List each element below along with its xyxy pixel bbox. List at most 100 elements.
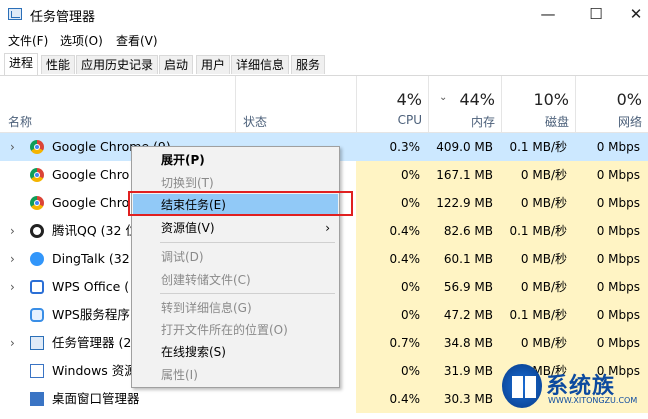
process-name: 任务管理器 (2 <box>52 335 132 350</box>
column-cpu[interactable]: 4% CPU <box>356 76 428 132</box>
process-name: WPS Office ( <box>52 279 130 294</box>
network-value: 0 Mbps <box>596 140 640 154</box>
disk-value: 0.1 MB/秒 <box>509 140 567 154</box>
cpu-value: 0.4% <box>356 245 428 273</box>
expand-chevron-icon[interactable]: › <box>10 217 15 245</box>
submenu-arrow-icon: › <box>325 221 330 235</box>
window-title: 任务管理器 <box>30 10 96 25</box>
memory-value: 167.1 MB <box>428 161 501 189</box>
process-name: 腾讯QQ (32 位) <box>52 223 143 238</box>
disk-total: 10% <box>533 90 569 109</box>
column-name[interactable]: 名称 <box>8 113 32 130</box>
tab-details[interactable]: 详细信息 <box>231 55 290 74</box>
menu-create-dump: 创建转储文件(C) <box>133 269 338 291</box>
title-bar: 任务管理器 — ☐ ✕ <box>0 0 648 30</box>
column-status: 状态 <box>243 115 268 129</box>
disk-value: 0 MB/秒 <box>501 189 575 217</box>
watermark: 系统族 WWW.XITONGZU.COM <box>500 362 648 419</box>
memory-value: 34.8 MB <box>428 329 501 357</box>
menu-item-label: 创建转储文件(C) <box>161 273 251 287</box>
memory-value: 82.6 MB <box>428 217 501 245</box>
process-name: DingTalk (32 <box>52 251 130 266</box>
tab-startup[interactable]: 启动 <box>159 55 194 74</box>
windows-explorer-icon <box>30 364 44 378</box>
cpu-value: 0.4% <box>356 217 428 245</box>
dingtalk-icon <box>30 252 44 266</box>
disk-value: 0 MB/秒 <box>501 161 575 189</box>
expand-chevron-icon[interactable]: › <box>10 133 15 161</box>
menu-resource-values[interactable]: 资源值(V) › <box>133 217 338 239</box>
process-name: WPS服务程序 <box>52 307 130 322</box>
tab-performance[interactable]: 性能 <box>41 55 76 74</box>
wps-cloud-icon <box>30 308 44 322</box>
column-memory[interactable]: 44% 内存 <box>428 76 501 132</box>
process-name: Google Chro <box>52 195 130 210</box>
disk-value: 0 MB/秒 <box>501 329 575 357</box>
menu-separator <box>160 242 335 243</box>
process-name: Windows 资源 <box>52 363 137 378</box>
task-manager-icon <box>8 8 22 20</box>
cpu-total: 4% <box>396 90 422 109</box>
menu-item-label: 在线搜索(S) <box>161 345 226 359</box>
watermark-url: WWW.XITONGZU.COM <box>548 396 638 405</box>
expand-chevron-icon[interactable]: › <box>10 245 15 273</box>
qq-icon <box>30 224 44 238</box>
memory-label: 内存 <box>470 115 495 129</box>
menu-expand[interactable]: 展开(P) <box>133 149 338 171</box>
menu-item-label: 调试(D) <box>161 250 204 264</box>
disk-value: 0 MB/秒 <box>501 245 575 273</box>
menu-item-label: 切换到(T) <box>161 176 214 190</box>
sort-down-icon: ⌄ <box>439 92 448 103</box>
disk-label: 磁盘 <box>544 115 569 129</box>
network-value: 0 Mbps <box>575 189 648 217</box>
cpu-value: 0.7% <box>356 329 428 357</box>
cpu-value: 0.4% <box>356 385 428 413</box>
maximize-button[interactable]: ☐ <box>584 4 608 24</box>
expand-chevron-icon[interactable]: › <box>10 329 15 357</box>
tab-services[interactable]: 服务 <box>291 55 326 74</box>
tab-app-history[interactable]: 应用历史记录 <box>76 55 159 74</box>
menu-view[interactable]: 查看(V) <box>116 32 158 49</box>
menu-open-file-location: 打开文件所在的位置(O) <box>133 319 338 341</box>
expand-chevron-icon[interactable]: › <box>10 273 15 301</box>
cpu-value: 0.3% <box>389 140 421 154</box>
network-value: 0 Mbps <box>575 217 648 245</box>
minimize-button[interactable]: — <box>536 4 560 24</box>
process-name: 桌面窗口管理器 <box>52 391 140 406</box>
cpu-value: 0% <box>356 273 428 301</box>
process-name: Google Chro <box>52 167 130 182</box>
network-value: 0 Mbps <box>575 161 648 189</box>
column-network[interactable]: 0% 网络 <box>575 76 648 132</box>
menu-search-online[interactable]: 在线搜索(S) <box>133 341 338 363</box>
task-manager-icon <box>30 336 44 350</box>
disk-value: 0.1 MB/秒 <box>501 217 575 245</box>
tab-processes[interactable]: 进程 <box>4 53 39 75</box>
menu-options[interactable]: 选项(O) <box>60 32 103 49</box>
disk-value: 0 MB/秒 <box>501 273 575 301</box>
chrome-icon <box>30 168 44 182</box>
menu-file[interactable]: 文件(F) <box>8 32 48 49</box>
memory-value: 122.9 MB <box>428 189 501 217</box>
column-disk[interactable]: 10% 磁盘 <box>501 76 575 132</box>
menu-item-label: 属性(I) <box>161 368 198 382</box>
column-header: 名称 状态 4% CPU 44% 内存 ⌄ 10% 磁盘 0% 网络 <box>0 76 648 133</box>
network-label: 网络 <box>617 115 642 129</box>
menu-item-label: 资源值(V) <box>161 221 215 235</box>
tab-users[interactable]: 用户 <box>196 55 231 74</box>
close-button[interactable]: ✕ <box>624 4 648 24</box>
highlight-box <box>128 191 353 216</box>
cpu-label: CPU <box>397 113 422 127</box>
cpu-value: 0% <box>356 357 428 385</box>
network-value: 0 Mbps <box>575 329 648 357</box>
menu-go-to-details: 转到详细信息(G) <box>133 297 338 319</box>
column-status-cell[interactable]: 状态 <box>235 76 356 132</box>
memory-total: 44% <box>459 90 495 109</box>
windows-logo-icon <box>502 364 542 408</box>
disk-value: 0.1 MB/秒 <box>501 301 575 329</box>
menu-properties: 属性(I) <box>133 364 338 386</box>
menu-item-label: 打开文件所在的位置(O) <box>161 323 288 337</box>
context-menu: 展开(P) 切换到(T) 结束任务(E) 资源值(V) › 调试(D) 创建转储文件(C) 转… <box>131 146 340 388</box>
menu-separator <box>160 293 335 294</box>
wps-icon <box>30 280 44 294</box>
menu-debug: 调试(D) <box>133 246 338 268</box>
